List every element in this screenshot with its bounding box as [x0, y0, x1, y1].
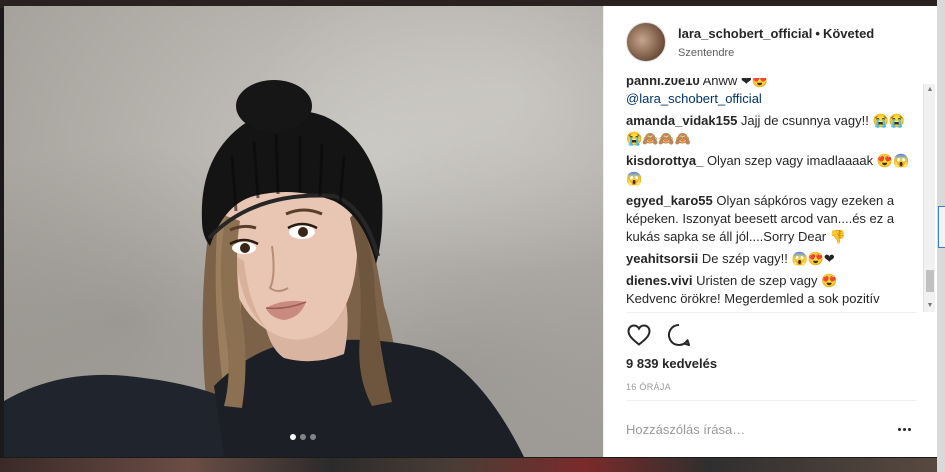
carousel-dot-active — [290, 434, 296, 440]
comment-user[interactable]: dienes.vivi — [626, 273, 692, 288]
post-photo[interactable] — [4, 6, 603, 457]
avatar[interactable] — [626, 22, 666, 62]
heart-icon — [627, 324, 651, 346]
scrollbar-thumb[interactable] — [926, 270, 934, 292]
comment-user[interactable]: egyed_karo55 — [626, 193, 713, 208]
scroll-up-arrow-icon[interactable]: ▲ — [924, 84, 936, 96]
comment-icon — [667, 323, 690, 346]
background-thumbnails — [0, 458, 945, 472]
carousel-dot — [300, 434, 306, 440]
comment-user[interactable]: panni.z0e10 — [626, 78, 700, 88]
comment-emoji: 😍 — [821, 273, 838, 288]
comment-text: Olyan szep vagy imadlaaaak — [706, 153, 874, 168]
comment-button[interactable] — [666, 322, 692, 348]
comment-emoji: ❤😍 — [740, 78, 769, 88]
post-timestamp[interactable]: 16 ÓRÁJA — [626, 382, 671, 392]
post-actions — [626, 322, 692, 348]
comment-text: Jajj de csunnya vagy!! — [740, 113, 869, 128]
more-options-button[interactable] — [892, 420, 916, 438]
comment-item: egyed_karo55 Olyan sápkóros vagy ezeken … — [626, 192, 912, 246]
comment-text-continued: Kedvenc örökre! Megerdemled a sok pozití… — [626, 291, 880, 306]
username-link[interactable]: lara_schobert_official — [678, 26, 812, 41]
divider — [626, 312, 916, 313]
post-header: lara_schobert_official • Követed Szentendr… — [604, 6, 938, 78]
more-options-icon — [897, 427, 901, 431]
comment-emoji: 👎 — [829, 229, 846, 244]
comment-item: dienes.vivi Uristen de szep vagy 😍 Kedve… — [626, 272, 912, 308]
location-link[interactable]: Szentendre — [678, 47, 874, 59]
header-text: lara_schobert_official • Követed Szentendr… — [678, 26, 874, 59]
photo-subject — [4, 80, 524, 457]
comment-item: yeahitsorsii De szép vagy!! 😱😍❤ — [626, 250, 912, 268]
follow-button[interactable]: Követed — [823, 26, 874, 41]
comment-text: De szép vagy!! — [701, 251, 788, 266]
comment-user[interactable]: amanda_vidak155 — [626, 113, 737, 128]
post-side-panel: lara_schobert_official • Követed Szentendr… — [603, 6, 937, 457]
comment-user[interactable]: kisdorottya_ — [626, 153, 703, 168]
scroll-down-arrow-icon[interactable]: ▼ — [924, 300, 936, 312]
header-line: lara_schobert_official • Követed — [678, 26, 874, 41]
likes-count[interactable]: 9 839 kedvelés — [626, 356, 717, 371]
separator-dot: • — [815, 25, 820, 41]
comment-text: Anww — [702, 78, 738, 88]
comments-scrollbar[interactable]: ▲ ▼ — [923, 84, 935, 312]
carousel-indicator — [290, 434, 316, 440]
comment-item: amanda_vidak155 Jajj de csunnya vagy!! 😭… — [626, 112, 912, 148]
add-comment-section — [626, 418, 916, 440]
carousel-dot — [310, 434, 316, 440]
divider — [626, 400, 916, 401]
comment-item: panni.z0e10 Anww ❤😍 @lara_schobert_offic… — [626, 78, 912, 108]
comments-list[interactable]: panni.z0e10 Anww ❤😍 @lara_schobert_offic… — [626, 78, 912, 310]
comment-emoji: 😱😍❤ — [791, 251, 835, 266]
like-button[interactable] — [626, 322, 652, 348]
next-post-edge[interactable] — [938, 206, 945, 248]
comment-input[interactable] — [626, 421, 866, 437]
mention-link[interactable]: @lara_schobert_official — [626, 91, 762, 106]
comment-user[interactable]: yeahitsorsii — [626, 251, 698, 266]
post-modal: lara_schobert_official • Követed Szentendr… — [4, 6, 937, 457]
comment-text: Uristen de szep vagy — [696, 273, 818, 288]
comment-item: kisdorottya_ Olyan szep vagy imadlaaaak … — [626, 152, 912, 188]
